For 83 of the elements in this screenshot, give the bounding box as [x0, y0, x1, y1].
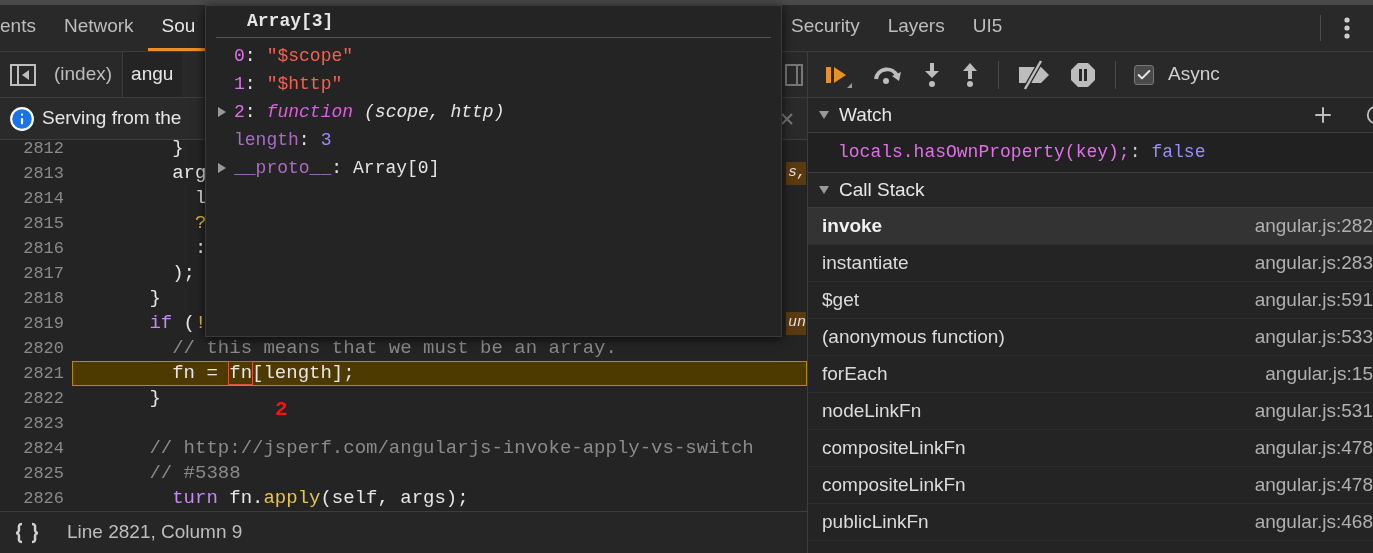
file-tab[interactable]: (index) [46, 52, 121, 97]
panel-tab[interactable]: Security [777, 5, 874, 51]
panel-tab[interactable]: Layers [873, 5, 959, 51]
frame-location[interactable]: angular.js:591 [1254, 285, 1373, 315]
call-frame[interactable]: (anonymous function) angular.js:533 [808, 319, 1373, 356]
close-button[interactable] [781, 112, 793, 125]
code-line: } [171, 140, 184, 162]
property-row[interactable]: __proto__: Array[0] [216, 154, 771, 182]
line-number: 2815 [22, 212, 64, 235]
code-line: } [148, 286, 161, 312]
code-line: arg [171, 161, 207, 187]
close-icon [781, 112, 793, 125]
code-line: ? [194, 211, 207, 237]
file-tab[interactable]: angu [122, 52, 183, 97]
property-row-text: 1: "$http" [233, 72, 344, 96]
code-line: l [194, 186, 207, 212]
braces-icon [14, 521, 40, 544]
call-frame[interactable]: $get angular.js:591 [808, 282, 1373, 319]
line-number: 2812 [22, 140, 64, 160]
code-line: fn = fn[length]; [171, 361, 355, 387]
line-number: 2822 [22, 387, 64, 410]
popover-title: Array[3] [247, 10, 334, 33]
line-number: 2818 [22, 287, 64, 310]
call-frame[interactable]: publicLinkFn angular.js:468 [808, 504, 1373, 541]
call-frame[interactable]: instantiate angular.js:283 [808, 245, 1373, 282]
frame-location[interactable]: angular.js:533 [1254, 322, 1373, 352]
line-number: 2813 [22, 162, 64, 185]
call-frame[interactable]: forEach angular.js:15 [808, 356, 1373, 393]
property-row[interactable]: 2: function (scope, http) [216, 98, 771, 126]
code-line: // http://jsperf.com/angularjs-invoke-apply-vs-switch [148, 436, 754, 462]
breakpoint-off-icon [1017, 59, 1051, 90]
pause-on-exceptions-button[interactable] [1069, 60, 1097, 89]
call-frame[interactable]: nodeLinkFn angular.js:531 [808, 393, 1373, 430]
line-number: 2824 [22, 437, 64, 460]
frame-location[interactable]: angular.js:282 [1254, 211, 1373, 241]
frame-location[interactable]: angular.js:478 [1254, 433, 1373, 463]
expand-icon[interactable] [216, 162, 228, 174]
code-line: if (! [148, 311, 207, 337]
property-row-text: length: 3 [233, 128, 333, 152]
frame-location[interactable]: angular.js:468 [1254, 507, 1373, 537]
info-text: Serving from the [42, 106, 182, 131]
cursor-position: Line 2821, Column 9 [67, 520, 243, 545]
line-number: 2826 [22, 487, 64, 510]
property-row-text: 0: "$scope" [233, 44, 355, 68]
async-checkbox[interactable] [1134, 64, 1154, 85]
deactivate-breakpoints-button[interactable] [1017, 59, 1051, 90]
pretty-print-button[interactable] [14, 521, 40, 544]
annotation-number: 2 [275, 397, 288, 423]
panel-icon [785, 63, 803, 86]
call-frame[interactable]: invoke angular.js:282 [808, 208, 1373, 245]
line-number: 2823 [22, 412, 64, 435]
expand-icon[interactable] [216, 106, 228, 118]
line-number: 2821 [22, 362, 64, 385]
more-icon [1344, 17, 1350, 39]
async-label: Async [1168, 62, 1220, 87]
code-line: turn fn.apply(self, args); [171, 486, 469, 511]
line-number: 2816 [22, 237, 64, 260]
frame-location[interactable]: angular.js:478 [1254, 470, 1373, 500]
line-number: 2817 [22, 262, 64, 285]
panel-tab[interactable]: UI5 [958, 5, 1017, 51]
panel-icon [10, 63, 36, 86]
code-line: ); [171, 261, 196, 287]
pause-octagon-icon [1069, 60, 1097, 89]
panel-tab[interactable]: Network [49, 5, 148, 51]
info-icon [9, 105, 35, 132]
line-number: 2819 [22, 312, 64, 335]
line-number: 2814 [22, 187, 64, 210]
code-line: // #5388 [148, 461, 241, 487]
line-number: 2825 [22, 462, 64, 485]
call-frame[interactable]: compositeLinkFn angular.js:478 [808, 430, 1373, 467]
frame-location[interactable]: angular.js:283 [1254, 248, 1373, 278]
inline-value: un [786, 312, 806, 335]
frame-location[interactable]: angular.js:531 [1254, 396, 1373, 426]
panel-tab[interactable]: ents [0, 5, 50, 51]
frame-location[interactable]: angular.js:15 [1265, 359, 1373, 389]
inline-value: s, [786, 162, 806, 185]
call-frame[interactable]: compositeLinkFn angular.js:478 [808, 467, 1373, 504]
code-line: : [194, 236, 207, 262]
code-line: // this means that we must be an array. [171, 336, 617, 362]
section-toggle-icon[interactable] [818, 109, 830, 121]
section-toggle-icon[interactable] [818, 184, 830, 196]
code-line: } [148, 386, 161, 412]
line-number: 2820 [22, 337, 64, 360]
